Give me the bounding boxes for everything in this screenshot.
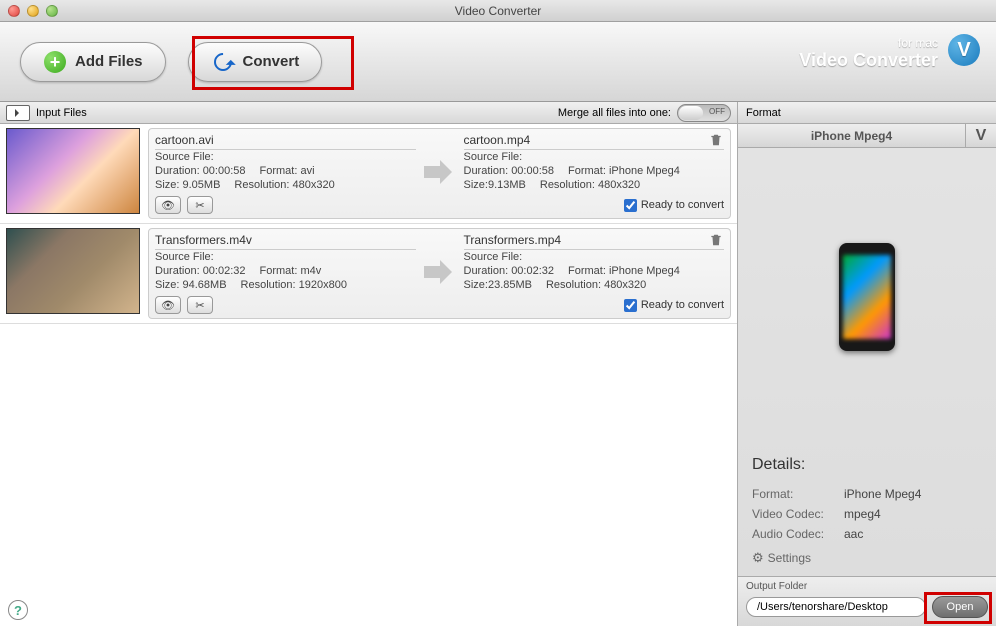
trash-icon [709, 133, 723, 147]
input-files-header: Input Files Merge all files into one: OF… [0, 102, 737, 124]
toggle-state-label: OFF [709, 107, 725, 116]
gear-icon: ⚙ [752, 550, 764, 566]
target-filename: cartoon.mp4 [464, 131, 725, 150]
play-icon[interactable] [6, 105, 30, 121]
window-title: Video Converter [455, 4, 542, 18]
minimize-window-button[interactable] [27, 5, 39, 17]
brand-line1: for mac [799, 36, 938, 50]
settings-link[interactable]: ⚙ Settings [752, 550, 982, 566]
file-info-card: Transformers.m4v Source File: Duration: … [148, 228, 731, 319]
merge-controls: Merge all files into one: OFF [558, 104, 731, 122]
right-panel: Format iPhone Mpeg4 V Details: Format:iP… [738, 102, 996, 626]
preview-button[interactable]: 👁 [155, 296, 181, 314]
close-window-button[interactable] [8, 5, 20, 17]
details-section: Details: Format:iPhone Mpeg4 Video Codec… [738, 446, 996, 576]
eye-icon: 👁 [161, 299, 175, 312]
settings-label: Settings [768, 551, 811, 565]
trim-button[interactable]: ✂ [187, 196, 213, 214]
file-list: cartoon.avi Source File: Duration: 00:00… [0, 124, 737, 626]
source-filename: Transformers.m4v [155, 231, 416, 250]
delete-button[interactable] [706, 131, 726, 149]
delete-button[interactable] [706, 231, 726, 249]
ready-checkbox-group[interactable]: Ready to convert [624, 299, 724, 312]
open-folder-button[interactable]: Open [932, 596, 988, 618]
ready-checkbox[interactable] [624, 199, 637, 212]
ready-checkbox-group[interactable]: Ready to convert [624, 199, 724, 212]
scissors-icon: ✂ [195, 199, 204, 212]
brand-block: for mac Video Converter V [799, 36, 978, 71]
input-files-label: Input Files [36, 107, 87, 119]
output-folder-bar: Output Folder /Users/tenorshare/Desktop … [738, 576, 996, 626]
format-sidetab[interactable]: V [966, 124, 996, 147]
convert-label: Convert [243, 53, 300, 70]
help-button[interactable]: ? [8, 600, 28, 620]
eye-icon: 👁 [161, 199, 175, 212]
ready-label: Ready to convert [641, 299, 724, 311]
source-filename: cartoon.avi [155, 131, 416, 150]
file-item[interactable]: Transformers.m4v Source File: Duration: … [0, 224, 737, 324]
merge-label: Merge all files into one: [558, 107, 671, 119]
refresh-icon [211, 50, 235, 74]
video-thumbnail[interactable] [6, 128, 140, 214]
brand-line2: Video Converter [799, 50, 938, 71]
left-panel: Input Files Merge all files into one: OF… [0, 102, 738, 626]
device-preview [738, 148, 996, 446]
trim-button[interactable]: ✂ [187, 296, 213, 314]
add-files-button[interactable]: + Add Files [20, 42, 166, 82]
convert-button[interactable]: Convert [188, 42, 323, 82]
titlebar: Video Converter [0, 0, 996, 22]
file-item[interactable]: cartoon.avi Source File: Duration: 00:00… [0, 124, 737, 224]
toggle-knob [679, 106, 703, 120]
main-toolbar: + Add Files Convert for mac Video Conver… [0, 22, 996, 102]
window-controls [8, 5, 58, 17]
merge-toggle[interactable]: OFF [677, 104, 731, 122]
format-selector: iPhone Mpeg4 V [738, 124, 996, 148]
main-area: Input Files Merge all files into one: OF… [0, 102, 996, 626]
trash-icon [709, 233, 723, 247]
format-header: Format [738, 102, 996, 124]
scissors-icon: ✂ [195, 299, 204, 312]
arrow-icon [420, 131, 460, 192]
brand-badge-icon: V [948, 34, 980, 66]
zoom-window-button[interactable] [46, 5, 58, 17]
arrow-icon [420, 231, 460, 292]
ready-label: Ready to convert [641, 199, 724, 211]
format-profile-tab[interactable]: iPhone Mpeg4 [738, 124, 966, 147]
iphone-icon [839, 243, 895, 351]
ready-checkbox[interactable] [624, 299, 637, 312]
add-files-label: Add Files [75, 53, 143, 70]
output-folder-label: Output Folder [746, 581, 988, 592]
video-thumbnail[interactable] [6, 228, 140, 314]
file-info-card: cartoon.avi Source File: Duration: 00:00… [148, 128, 731, 219]
preview-button[interactable]: 👁 [155, 196, 181, 214]
details-title: Details: [752, 456, 982, 474]
plus-icon: + [43, 50, 67, 74]
output-path-field[interactable]: /Users/tenorshare/Desktop [746, 597, 926, 617]
target-filename: Transformers.mp4 [464, 231, 725, 250]
